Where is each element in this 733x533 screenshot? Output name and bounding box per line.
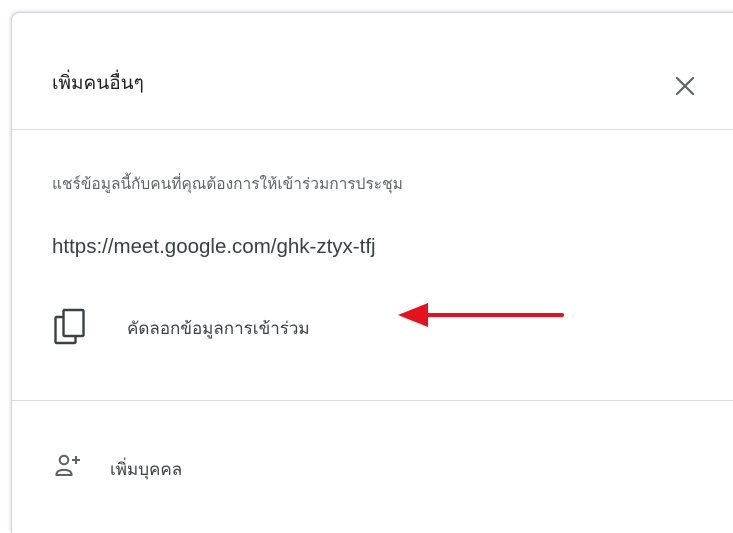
dialog-title: เพิ่มคนอื่นๆ: [52, 72, 144, 94]
section-divider: [12, 400, 733, 401]
annotation-arrow: [398, 303, 564, 327]
add-others-dialog: เพิ่มคนอื่นๆ แชร์ข้อมูลนี้กับคนที่คุณต้อ…: [11, 12, 733, 533]
meeting-link[interactable]: https://meet.google.com/ghk-ztyx-tfj: [52, 232, 376, 262]
header-divider: [12, 129, 733, 130]
share-description: แชร์ข้อมูลนี้กับคนที่คุณต้องการให้เข้าร่…: [52, 175, 403, 193]
copy-joining-info-label: คัดลอกข้อมูลการเข้าร่วม: [127, 319, 310, 339]
copy-icon: [54, 308, 85, 345]
add-people-button[interactable]: เพิ่มบุคคล: [46, 443, 306, 493]
person-add-icon: [55, 454, 80, 476]
add-people-label: เพิ่มบุคคล: [110, 460, 183, 480]
close-button[interactable]: [668, 69, 702, 103]
close-icon: [675, 76, 695, 96]
copy-joining-info-button[interactable]: คัดลอกข้อมูลการเข้าร่วม: [46, 303, 426, 355]
